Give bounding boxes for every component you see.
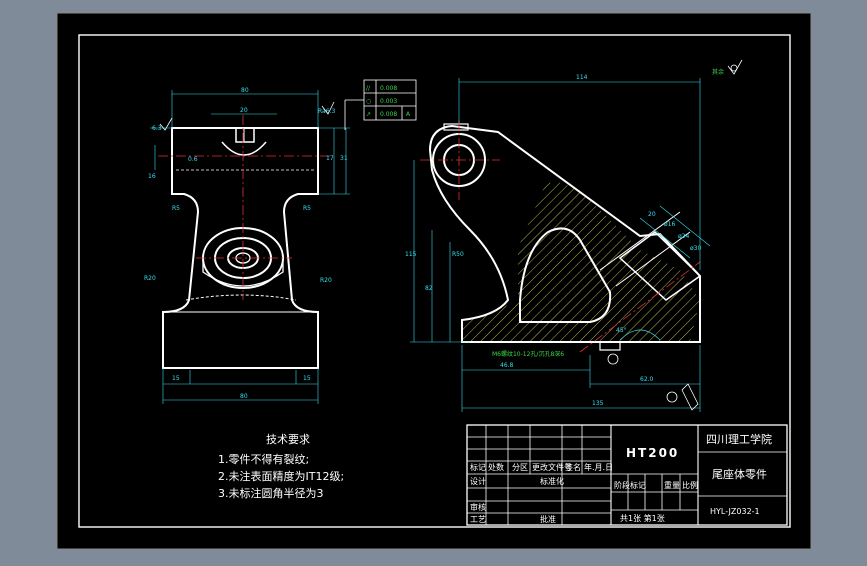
note-item-2: 2.未注表面精度为IT12级; xyxy=(218,469,344,483)
gdt-value-3: 0.008 xyxy=(380,111,397,118)
tb-approve: 批准 xyxy=(540,514,556,524)
dim-left-height: 115 xyxy=(405,251,417,258)
side-note: M6螺纹10-12孔/沉孔8深6 xyxy=(492,350,564,358)
title-part-name: 尾座体零件 xyxy=(712,467,767,481)
dim-slot-width: 20 xyxy=(240,107,248,114)
tb-scale: 比例 xyxy=(682,480,698,490)
note-item-1: 1.零件不得有裂纹; xyxy=(218,452,309,466)
dim-radius-right: R5 xyxy=(303,205,311,212)
tb-label-mark: 标记 xyxy=(470,462,486,472)
dim-mid-height: 82 xyxy=(425,285,433,292)
tb-label-sign: 签名 xyxy=(565,462,581,472)
gdt-value-2: 0.003 xyxy=(380,98,397,105)
dim-center-mark: 0.6 xyxy=(188,156,198,163)
dim-fillet-left: R20 xyxy=(144,275,156,282)
tb-process: 工艺 xyxy=(470,515,486,524)
dim-slant-d: 20 xyxy=(648,211,656,218)
dim-slant-b: ø24 xyxy=(678,233,689,240)
drawing-svg: 80 20 80 15 15 16 17 31 6.3 R5 R5 R20 R2… xyxy=(56,12,812,550)
tb-weight: 重量 xyxy=(664,480,680,490)
dim-bore-height: 16 xyxy=(148,173,156,180)
dim-foot-left: 15 xyxy=(172,375,180,382)
gdt-symbol-3: ↗ xyxy=(366,111,371,118)
dim-bottom-overall: 135 xyxy=(592,400,604,407)
dim-height-b: 31 xyxy=(340,155,348,162)
gdt-symbol-2: ○ xyxy=(366,98,371,105)
dim-rough-left: 6.3 xyxy=(152,125,162,132)
roughness-note: 其余 xyxy=(712,68,724,76)
drawing-canvas: 80 20 80 15 15 16 17 31 6.3 R5 R5 R20 R2… xyxy=(0,0,867,562)
tb-review: 审核 xyxy=(470,502,486,512)
dim-height-a: 17 xyxy=(326,155,334,162)
tb-label-date: 年.月.日 xyxy=(584,462,613,472)
dim-slant-c: ø30 xyxy=(690,245,701,252)
tb-sheet-info: 共1张 第1张 xyxy=(620,513,665,523)
dim-bottom-a: 46.8 xyxy=(500,362,514,369)
note-item-3: 3.未标注圆角半径为3 xyxy=(218,486,324,500)
tb-label-count: 处数 xyxy=(488,462,504,472)
tb-stage: 阶段标记 xyxy=(614,480,646,490)
dim-overall-top: 114 xyxy=(576,74,588,81)
dim-inner-height: R50 xyxy=(452,251,464,258)
tb-label-zone: 分区 xyxy=(512,463,528,472)
title-school: 四川理工学院 xyxy=(706,432,772,446)
tb-design: 设计 xyxy=(470,476,486,486)
dim-fillet-right: R20 xyxy=(320,277,332,284)
dim-slant-a: ø16 xyxy=(664,221,675,228)
gdt-value-1: 0.008 xyxy=(380,85,397,92)
title-material: HT200 xyxy=(626,446,679,460)
notes-title: 技术要求 xyxy=(266,433,310,446)
tb-standard: 标准化 xyxy=(540,476,564,486)
dim-top-width: 80 xyxy=(241,87,249,94)
dim-radius-left: R5 xyxy=(172,205,180,212)
title-drawing-no: HYL-JZ032-1 xyxy=(710,507,760,516)
dim-angle: 45° xyxy=(616,327,627,334)
dim-side-mark: Ra6.3 xyxy=(318,108,335,115)
dim-foot-right: 15 xyxy=(303,375,311,382)
dim-base-width: 80 xyxy=(240,393,248,400)
dim-bottom-b: 62.0 xyxy=(640,376,654,383)
